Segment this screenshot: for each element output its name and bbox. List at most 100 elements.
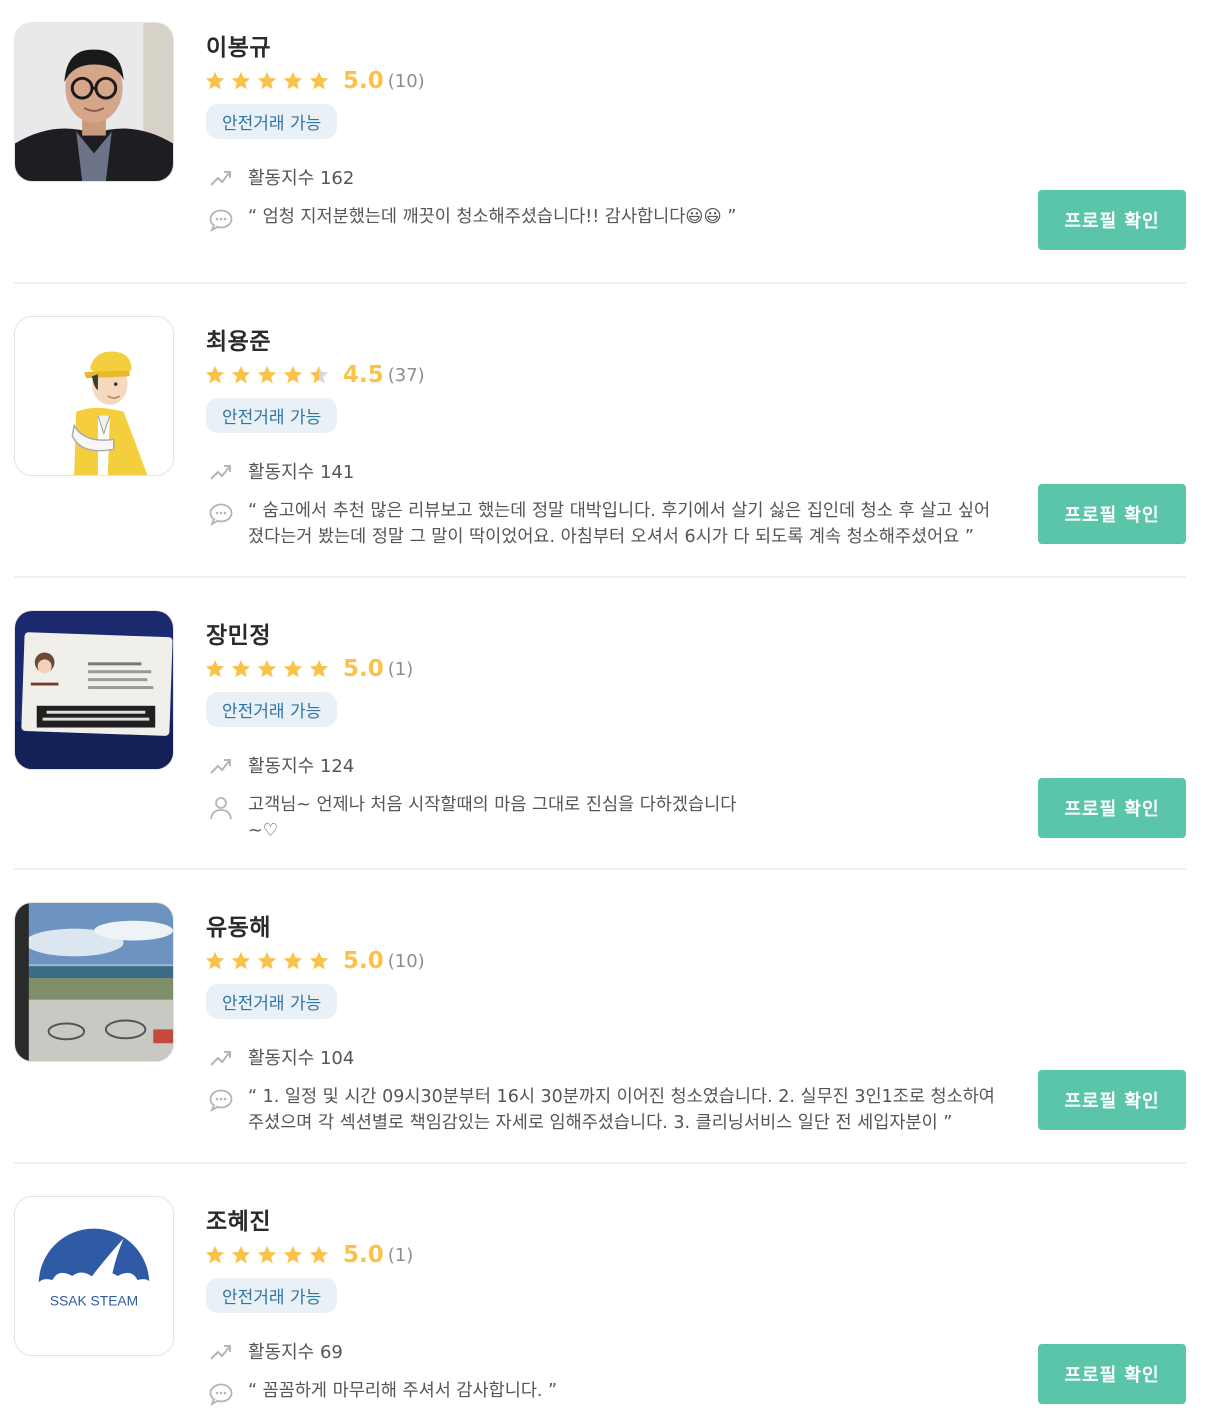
- star-icon: [283, 365, 303, 384]
- star-icon: [283, 951, 303, 970]
- review-count: (37): [387, 364, 425, 386]
- avatar[interactable]: [14, 902, 174, 1062]
- provider-card[interactable]: 최용준 4.5 (37) 안전거래 가능 활동지수 141 “ 숨고에서 추천 …: [14, 316, 1186, 556]
- provider-intro: 고객님~ 언제나 처음 시작할때의 마음 그대로 진심을 다하겠습니다 ~♡: [208, 792, 768, 844]
- profile-check-button[interactable]: 프로필 확인: [1038, 1344, 1186, 1404]
- provider-name[interactable]: 조혜진: [206, 1202, 271, 1236]
- star-icon: [205, 365, 225, 384]
- profile-check-button[interactable]: 프로필 확인: [1038, 484, 1186, 544]
- activity-index: 활동지수 162: [208, 164, 354, 190]
- review-count: (1): [387, 658, 414, 680]
- star-rating: [204, 70, 334, 92]
- safe-trade-badge: 안전거래 가능: [206, 984, 338, 1019]
- star-icon: [205, 659, 225, 678]
- speech-bubble-icon: [209, 1383, 233, 1407]
- rating: 5.0 (10): [204, 64, 425, 98]
- activity-index: 활동지수 69: [208, 1338, 343, 1364]
- divider: [14, 576, 1186, 578]
- provider-name[interactable]: 최용준: [206, 322, 271, 356]
- trend-up-icon: [210, 465, 231, 480]
- star-icon: [309, 71, 329, 90]
- review-snippet: “ 숨고에서 추천 많은 리뷰보고 했는데 정말 대박입니다. 후기에서 살기 …: [208, 498, 998, 550]
- review-count: (10): [387, 950, 425, 972]
- star-icon: [257, 365, 277, 384]
- speech-bubble-icon: [209, 209, 233, 233]
- safe-trade-badge: 안전거래 가능: [206, 104, 338, 139]
- star-icon: [205, 1245, 225, 1264]
- review-snippet: “ 꼼꼼하게 마무리해 주셔서 감사합니다. ”: [208, 1378, 998, 1407]
- avatar[interactable]: SSAK STEAM: [14, 1196, 174, 1356]
- star-icon: [231, 1245, 251, 1264]
- avatar[interactable]: [14, 22, 174, 182]
- provider-name[interactable]: 장민정: [206, 616, 271, 650]
- star-icon: [257, 659, 277, 678]
- divider: [14, 282, 1186, 284]
- trend-up-icon: [210, 759, 231, 774]
- profile-check-button[interactable]: 프로필 확인: [1038, 190, 1186, 250]
- provider-card[interactable]: 이봉규 5.0 (10) 안전거래 가능 활동지수 162 “ 엄청 지저분했는…: [14, 22, 1186, 262]
- star-rating: [204, 1244, 334, 1266]
- star-icon: [257, 951, 277, 970]
- cartoon-worker-illustration: [15, 317, 173, 475]
- activity-index: 활동지수 124: [208, 752, 354, 778]
- provider-card[interactable]: SSAK STEAM 조혜진 5.0 (1) 안전거래 가능 활동지수 69 “…: [14, 1196, 1186, 1416]
- activity-text: 활동지수 141: [248, 462, 355, 483]
- star-icon: [283, 1245, 303, 1264]
- star-icon: [231, 71, 251, 90]
- rating: 5.0 (10): [204, 944, 425, 978]
- avatar[interactable]: [14, 610, 174, 770]
- star-icon: [283, 659, 303, 678]
- safe-trade-badge: 안전거래 가능: [206, 692, 338, 727]
- star-rating: [204, 658, 334, 680]
- star-icon: [309, 951, 329, 970]
- man-with-glasses-photo: [15, 23, 173, 181]
- review-text: “ 꼼꼼하게 마무리해 주셔서 감사합니다. ”: [248, 1381, 558, 1401]
- divider: [14, 868, 1186, 870]
- star-icon: [205, 951, 225, 970]
- star-icon: [283, 71, 303, 90]
- activity-index: 활동지수 141: [208, 458, 354, 484]
- provider-card[interactable]: 장민정 5.0 (1) 안전거래 가능 활동지수 124 고객님~ 언제나 처음…: [14, 610, 1186, 850]
- person-icon: [210, 797, 232, 820]
- review-text: “ 1. 일정 및 시간 09시30분부터 16시 30분까지 이어진 청소였습…: [248, 1087, 995, 1133]
- rating: 5.0 (1): [204, 1238, 413, 1272]
- speech-bubble-icon: [209, 503, 233, 527]
- star-icon: [257, 71, 277, 90]
- business-card-photo: [15, 611, 173, 769]
- review-text: “ 숨고에서 추천 많은 리뷰보고 했는데 정말 대박입니다. 후기에서 살기 …: [248, 501, 991, 547]
- review-snippet: “ 1. 일정 및 시간 09시30분부터 16시 30분까지 이어진 청소였습…: [208, 1084, 998, 1136]
- rating-score: 5.0: [343, 1242, 384, 1268]
- logo-text: SSAK STEAM: [50, 1293, 138, 1309]
- star-icon: [309, 1245, 329, 1264]
- safe-trade-badge: 안전거래 가능: [206, 1278, 338, 1313]
- review-text: “ 엄청 지저분했는데 깨끗이 청소해주셨습니다!! 감사합니다😃😃 ”: [248, 207, 737, 227]
- star-rating: [204, 950, 334, 972]
- star-icon: [309, 365, 329, 384]
- rating: 5.0 (1): [204, 652, 413, 686]
- intro-text: 고객님~ 언제나 처음 시작할때의 마음 그대로 진심을 다하겠습니다 ~♡: [248, 795, 737, 841]
- provider-name[interactable]: 이봉규: [206, 28, 271, 62]
- profile-check-button[interactable]: 프로필 확인: [1038, 778, 1186, 838]
- rating-score: 5.0: [343, 948, 384, 974]
- provider-name[interactable]: 유동해: [206, 908, 271, 942]
- sea-view-balcony-photo: [15, 903, 173, 1061]
- review-snippet: “ 엄청 지저분했는데 깨끗이 청소해주셨습니다!! 감사합니다😃😃 ”: [208, 204, 998, 233]
- star-icon: [205, 71, 225, 90]
- rating-score: 4.5: [343, 362, 384, 388]
- trend-up-icon: [210, 1051, 231, 1066]
- rating: 4.5 (37): [204, 358, 425, 392]
- provider-list: 이봉규 5.0 (10) 안전거래 가능 활동지수 162 “ 엄청 지저분했는…: [0, 0, 1212, 1426]
- rating-score: 5.0: [343, 656, 384, 682]
- profile-check-button[interactable]: 프로필 확인: [1038, 1070, 1186, 1130]
- trend-up-icon: [210, 1345, 231, 1360]
- activity-index: 활동지수 104: [208, 1044, 354, 1070]
- star-icon: [309, 659, 329, 678]
- avatar[interactable]: [14, 316, 174, 476]
- provider-card[interactable]: 유동해 5.0 (10) 안전거래 가능 활동지수 104 “ 1. 일정 및 …: [14, 902, 1186, 1142]
- star-icon: [231, 659, 251, 678]
- divider: [14, 1162, 1186, 1164]
- review-count: (10): [387, 70, 425, 92]
- rating-score: 5.0: [343, 68, 384, 94]
- activity-text: 활동지수 104: [248, 1048, 355, 1069]
- ssak-steam-logo: SSAK STEAM: [15, 1197, 173, 1355]
